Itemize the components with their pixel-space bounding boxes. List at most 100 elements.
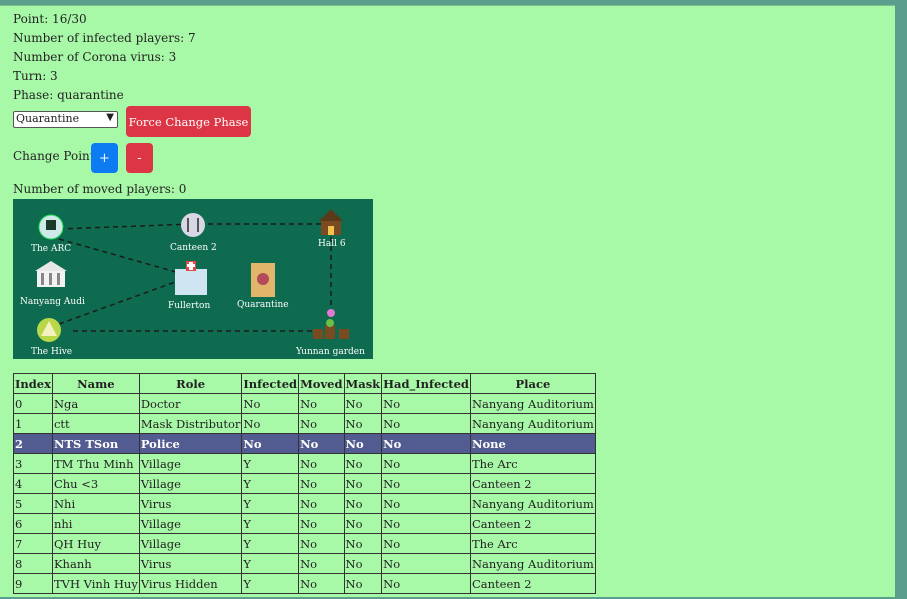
cell-infected: Y [241,573,300,594]
table-header-row: Index Name Role Infected Moved Mask Had_… [13,373,596,394]
cell-index: 8 [13,553,53,574]
cell-moved: No [298,453,345,474]
cell-role: Doctor [138,393,243,414]
canteen-icon [181,213,205,237]
force-change-phase-button[interactable]: Force Change Phase [126,106,251,137]
cell-had-infected: No [381,553,471,574]
cell-place: Nanyang Auditorium [469,413,596,434]
table-row[interactable]: 9 TVH Vinh Huy Virus Hidden Y No No No Canteen … [13,573,596,594]
cell-name: Nhi [51,493,140,514]
phase-text: Phase: quarantine [13,88,124,102]
cell-name: TM Thu Minh [51,453,140,474]
cell-infected: Y [241,493,300,514]
phase-select[interactable]: Quarantine ▼ [13,111,118,128]
cell-moved: No [298,393,345,414]
increase-point-button[interactable]: + [91,143,118,173]
col-role: Role [138,373,243,394]
table-row[interactable]: 1 ctt Mask Distributor No No No No Nanyang Audi… [13,413,596,434]
decrease-point-button[interactable]: - [126,143,153,173]
cell-mask: No [343,473,383,494]
cell-had-infected: No [381,513,471,534]
game-panel: Point: 16/30 Number of infected players:… [0,5,895,597]
col-place: Place [469,373,596,394]
col-name: Name [51,373,140,394]
cell-role: Virus [138,493,243,514]
map-label-fullerton: Fullerton [168,301,210,311]
col-had-infected: Had_Infected [381,373,471,394]
cell-index: 2 [13,433,53,454]
cell-index: 1 [13,413,53,434]
cell-index: 4 [13,473,53,494]
cell-name: nhi [51,513,140,534]
cell-name: ctt [51,413,140,434]
cell-role: Police [138,433,243,454]
cell-moved: No [298,493,345,514]
cell-infected: No [241,393,300,414]
cell-role: Village [138,473,243,494]
cell-name: Chu <3 [51,473,140,494]
cell-index: 3 [13,453,53,474]
cell-place: Nanyang Auditorium [469,393,596,414]
cell-place: The Arc [469,533,596,554]
cell-infected: Y [241,453,300,474]
cell-had-infected: No [381,453,471,474]
corona-count-text: Number of Corona virus: 3 [13,50,177,64]
cell-role: Village [138,453,243,474]
cell-had-infected: No [381,433,471,454]
table-row[interactable]: 4 Chu <3 Village Y No No No Canteen 2 [13,473,596,494]
cell-mask: No [343,513,383,534]
cell-moved: No [298,413,345,434]
cell-infected: Y [241,533,300,554]
cell-mask: No [343,433,383,454]
table-row[interactable]: 8 Khanh Virus Y No No No Nanyang Auditorium [13,553,596,574]
map-label-hive: The Hive [31,347,72,357]
cell-mask: No [343,493,383,514]
infected-count-text: Number of infected players: 7 [13,31,196,45]
table-row[interactable]: 5 Nhi Virus Y No No No Nanyang Auditorium [13,493,596,514]
phase-select-value: Quarantine [16,112,80,125]
cell-infected: Y [241,553,300,574]
turn-text: Turn: 3 [13,69,58,83]
change-point-label: Change Point: [13,149,99,163]
cell-index: 7 [13,533,53,554]
col-moved: Moved [298,373,345,394]
cell-infected: Y [241,513,300,534]
cell-role: Village [138,533,243,554]
cell-had-infected: No [381,573,471,594]
table-row[interactable]: 2 NTS TSon Police No No No No None [13,433,596,454]
table-row[interactable]: 3 TM Thu Minh Village Y No No No The Arc [13,453,596,474]
cell-role: Virus [138,553,243,574]
cell-name: QH Huy [51,533,140,554]
cell-mask: No [343,573,383,594]
table-row[interactable]: 7 QH Huy Village Y No No No The Arc [13,533,596,554]
map-label-hall: Hall 6 [318,239,346,249]
cell-had-infected: No [381,473,471,494]
table-row[interactable]: 0 Nga Doctor No No No No Nanyang Auditorium [13,393,596,414]
cell-moved: No [298,513,345,534]
cell-place: Canteen 2 [469,573,596,594]
cell-moved: No [298,553,345,574]
cell-index: 9 [13,573,53,594]
cell-moved: No [298,433,345,454]
cell-moved: No [298,533,345,554]
table-row[interactable]: 6 nhi Village Y No No No Canteen 2 [13,513,596,534]
col-index: Index [13,373,53,394]
arc-icon [38,214,64,240]
map-label-arc: The ARC [31,244,71,254]
cell-infected: Y [241,473,300,494]
cell-infected: No [241,433,300,454]
cell-index: 0 [13,393,53,414]
hive-icon [37,318,61,342]
cell-mask: No [343,393,383,414]
cell-mask: No [343,553,383,574]
cell-place: Canteen 2 [469,513,596,534]
map-label-yunnan: Yunnan garden [295,347,365,357]
cell-place: The Arc [469,453,596,474]
cell-index: 6 [13,513,53,534]
cell-had-infected: No [381,493,471,514]
cell-place: None [469,433,596,454]
moved-players-text: Number of moved players: 0 [13,182,187,196]
cell-name: NTS TSon [51,433,140,454]
map-label-canteen: Canteen 2 [170,243,217,253]
cell-moved: No [298,573,345,594]
